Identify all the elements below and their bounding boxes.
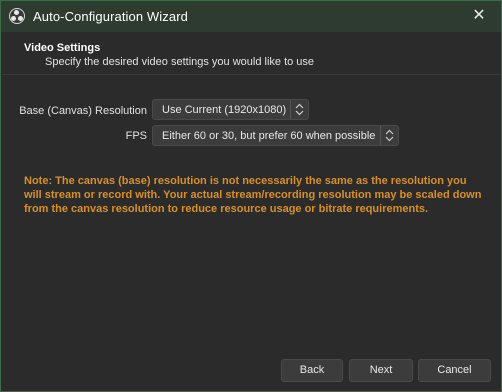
- fps-select-value: Either 60 or 30, but prefer 60 when poss…: [162, 130, 376, 142]
- next-button[interactable]: Next: [349, 359, 413, 382]
- resolution-select-value: Use Current (1920x1080): [162, 104, 287, 116]
- fps-label: FPS: [125, 130, 147, 142]
- close-icon: ✕: [472, 7, 486, 24]
- wizard-window: Auto-Configuration Wizard ✕ Video Settin…: [0, 0, 502, 392]
- resolution-label: Base (Canvas) Resolution: [19, 105, 147, 117]
- cancel-button[interactable]: Cancel: [418, 359, 491, 382]
- back-button[interactable]: Back: [281, 359, 343, 382]
- window-title: Auto-Configuration Wizard: [33, 9, 188, 24]
- page-subtitle: Specify the desired video settings you w…: [45, 56, 315, 68]
- fps-select[interactable]: Either 60 or 30, but prefer 60 when poss…: [152, 125, 399, 146]
- page-title: Video Settings: [24, 42, 101, 54]
- obs-logo-icon: [9, 8, 25, 24]
- up-down-chevron-icon: [380, 126, 398, 145]
- up-down-chevron-icon: [290, 100, 308, 119]
- close-button[interactable]: ✕: [457, 1, 501, 32]
- header-divider: [2, 74, 500, 75]
- title-bar: Auto-Configuration Wizard ✕: [1, 1, 501, 33]
- resolution-note: Note: The canvas (base) resolution is no…: [24, 175, 482, 215]
- resolution-select[interactable]: Use Current (1920x1080): [152, 99, 309, 120]
